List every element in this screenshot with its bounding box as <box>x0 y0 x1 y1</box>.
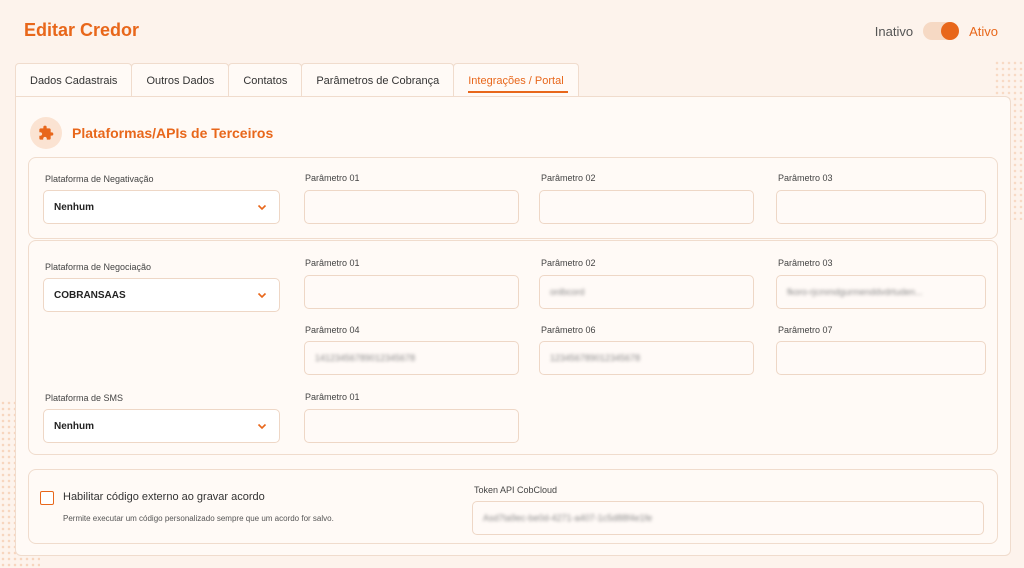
sms-param01-label: Parâmetro 01 <box>305 392 360 402</box>
toggle-knob <box>941 22 960 40</box>
negociacao-select-value: COBRANSAAS <box>54 289 126 301</box>
chevron-down-icon <box>257 204 267 211</box>
tab-contatos[interactable]: Contatos <box>228 63 303 97</box>
status-toggle-group: Inativo Ativo <box>875 22 998 40</box>
negociacao-select[interactable]: COBRANSAAS <box>43 278 280 312</box>
negativacao-param01-input[interactable] <box>304 190 519 224</box>
negociacao-param04-value: 14123456789012345678 <box>315 353 416 363</box>
puzzle-icon <box>30 117 62 149</box>
negativacao-label: Plataforma de Negativação <box>45 174 154 184</box>
negativacao-param01-label: Parâmetro 01 <box>305 173 360 183</box>
negociacao-param02-label: Parâmetro 02 <box>541 258 596 268</box>
chevron-down-icon <box>257 423 267 430</box>
negociacao-param01-label: Parâmetro 01 <box>305 258 360 268</box>
sms-param01-input[interactable] <box>304 409 519 443</box>
integrations-panel: Plataformas/APIs de Terceiros Plataforma… <box>15 96 1011 556</box>
status-inactive-label: Inativo <box>874 23 914 39</box>
codigo-externo-description: Permite executar um código personalizado… <box>63 514 334 523</box>
page-title: Editar Credor <box>24 20 140 40</box>
sms-select[interactable]: Nenhum <box>43 409 280 443</box>
codigo-externo-label: Habilitar código externo ao gravar acord… <box>63 491 265 503</box>
section-title: Plataformas/APIs de Terceiros <box>72 125 274 141</box>
status-toggle[interactable] <box>923 22 960 40</box>
negativacao-select[interactable]: Nenhum <box>43 190 280 224</box>
token-input[interactable]: Asd7ta9ec-be0d-4271-a407-1c5d88f4e1fe <box>472 501 984 535</box>
negociacao-param04-label: Parâmetro 04 <box>305 325 360 335</box>
tab-dados-cadastrais[interactable]: Dados Cadastrais <box>15 63 133 97</box>
negociacao-label: Plataforma de Negociação <box>45 262 152 272</box>
section-header: Plataformas/APIs de Terceiros <box>30 117 273 149</box>
token-label: Token API CobCloud <box>474 485 558 495</box>
chevron-down-icon <box>257 292 267 299</box>
negativacao-param02-label: Parâmetro 02 <box>541 173 596 183</box>
negativacao-card: Plataforma de Negativação Nenhum Parâmet… <box>28 157 998 239</box>
token-value: Asd7ta9ec-be0d-4271-a407-1c5d88f4e1fe <box>483 513 653 523</box>
negativacao-param03-label: Parâmetro 03 <box>778 173 833 183</box>
tab-outros-dados[interactable]: Outros Dados <box>131 63 230 97</box>
negociacao-param02-value: onlbcord <box>550 287 585 297</box>
codigo-externo-checkbox[interactable] <box>40 491 54 505</box>
sms-select-value: Nenhum <box>54 420 94 432</box>
negativacao-param02-input[interactable] <box>539 190 754 224</box>
negociacao-param03-value: fkoro-rjcmmdgurmenddvdrtuden... <box>787 287 923 297</box>
negociacao-param02-input[interactable]: onlbcord <box>539 275 754 309</box>
negociacao-param03-input[interactable]: fkoro-rjcmmdgurmenddvdrtuden... <box>776 275 986 309</box>
negociacao-param07-input[interactable] <box>776 341 986 375</box>
negociacao-param07-label: Parâmetro 07 <box>778 325 833 335</box>
codigo-externo-card: Habilitar código externo ao gravar acord… <box>28 469 998 544</box>
sms-label: Plataforma de SMS <box>45 393 124 403</box>
negociacao-param06-value: 123456789012345678 <box>550 353 641 363</box>
tab-bar: Dados Cadastrais Outros Dados Contatos P… <box>15 63 579 97</box>
negociacao-param03-label: Parâmetro 03 <box>778 258 833 268</box>
negociacao-param06-input[interactable]: 123456789012345678 <box>539 341 754 375</box>
tab-integracoes-portal[interactable]: Integrações / Portal <box>453 63 579 97</box>
negativacao-param03-input[interactable] <box>776 190 986 224</box>
negociacao-param01-input[interactable] <box>304 275 519 309</box>
negativacao-select-value: Nenhum <box>54 201 94 213</box>
status-active-label: Ativo <box>969 23 998 39</box>
tab-parametros-cobranca[interactable]: Parâmetros de Cobrança <box>301 63 455 97</box>
negociacao-param04-input[interactable]: 14123456789012345678 <box>304 341 519 375</box>
negociacao-card: Plataforma de Negociação COBRANSAAS Parâ… <box>28 240 998 455</box>
negociacao-param06-label: Parâmetro 06 <box>541 325 596 335</box>
